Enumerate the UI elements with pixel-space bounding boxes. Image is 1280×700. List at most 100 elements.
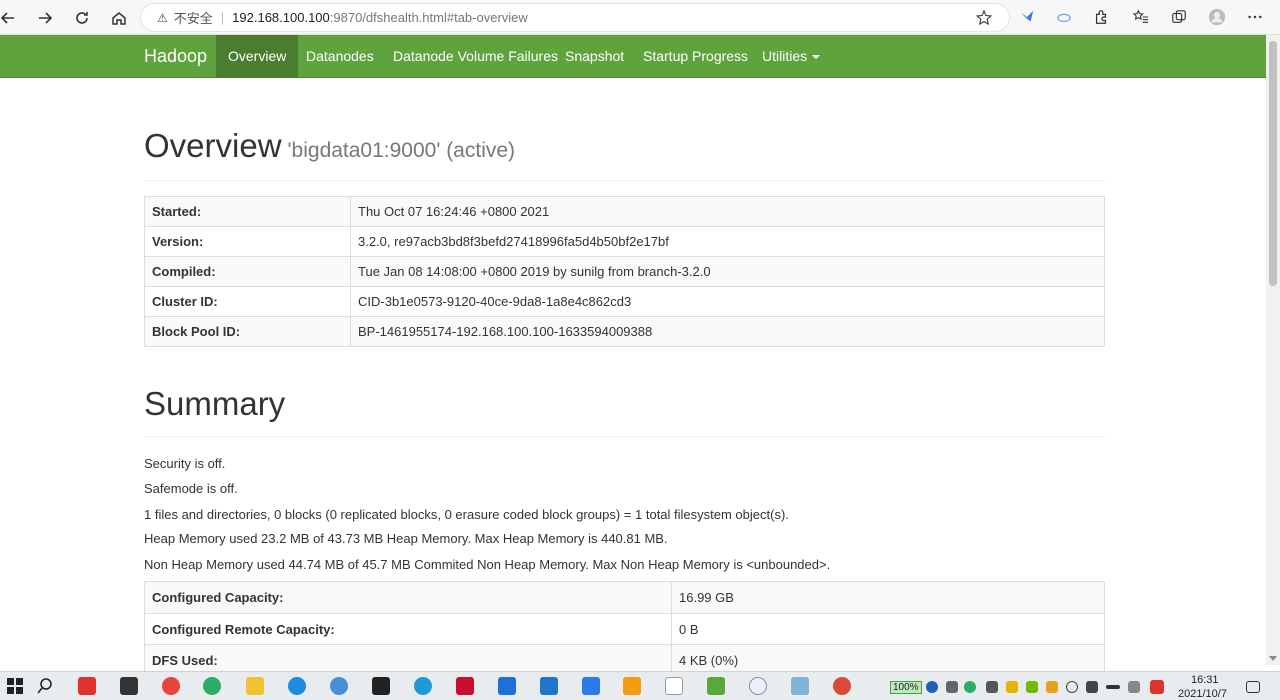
favorites-list-icon[interactable]: [1132, 8, 1150, 26]
table-row: Block Pool ID: BP-1461955174-192.168.100…: [144, 316, 1105, 347]
page-scrollbar[interactable]: [1266, 35, 1280, 665]
row-value: 0 B: [671, 613, 1105, 645]
notification-icon[interactable]: [1246, 681, 1260, 693]
row-value: CID-3b1e0573-9120-40ce-9da8-1a8e4c862cd3: [350, 286, 1105, 317]
extension-cloud-icon[interactable]: [1055, 8, 1073, 26]
mail-icon[interactable]: [540, 677, 558, 695]
filesystem-objects: 1 files and directories, 0 blocks (0 rep…: [144, 507, 789, 522]
home-icon[interactable]: [107, 6, 131, 30]
tray-l-icon[interactable]: [926, 681, 938, 693]
feishu-icon[interactable]: [288, 677, 306, 695]
table-row: Compiled: Tue Jan 08 14:08:00 +0800 2019…: [144, 256, 1105, 287]
more-menu-icon[interactable]: [1246, 8, 1264, 26]
wechat-icon[interactable]: [203, 677, 221, 695]
cloud-drive-icon[interactable]: [498, 677, 516, 695]
table-row: Started: Thu Oct 07 16:24:46 +0800 2021: [144, 196, 1105, 227]
table-row: Configured Remote Capacity: 0 B: [144, 613, 1105, 645]
input-method-icon[interactable]: [1150, 680, 1164, 694]
vm-app-icon[interactable]: [623, 677, 641, 695]
summary-title: Summary: [144, 385, 286, 422]
row-key: Compiled:: [144, 256, 351, 287]
terminal-icon[interactable]: [372, 677, 390, 695]
row-value: Tue Jan 08 14:08:00 +0800 2019 by sunilg…: [350, 256, 1105, 287]
table-row: Cluster ID: CID-3b1e0573-9120-40ce-9da8-…: [144, 286, 1105, 317]
namenode-subtitle: 'bigdata01:9000' (active): [287, 139, 516, 162]
remote-desktop-icon[interactable]: [749, 677, 767, 695]
favorite-star-icon[interactable]: [975, 9, 993, 27]
keyboard-icon[interactable]: [1106, 685, 1120, 689]
dict-app-icon[interactable]: [78, 677, 96, 695]
scrollbar-thumb[interactable]: [1269, 41, 1277, 286]
capacity-table: Configured Capacity: 16.99 GB Configured…: [144, 581, 1105, 676]
search-icon[interactable]: [36, 677, 54, 695]
battery-indicator[interactable]: 100%: [890, 681, 922, 694]
store-app-icon[interactable]: [120, 677, 138, 695]
row-key: Started:: [144, 196, 351, 227]
tab-utilities[interactable]: Utilities: [750, 35, 832, 78]
address-bar[interactable]: ⚠ 不安全 | 192.168.100.100:9870/dfshealth.h…: [140, 3, 1010, 32]
volume-icon[interactable]: [1086, 681, 1098, 693]
greenapp-icon[interactable]: [707, 677, 725, 695]
tray-feather-icon[interactable]: [1046, 681, 1058, 693]
editor-app-icon[interactable]: [791, 677, 809, 695]
tray-search-icon[interactable]: [1066, 681, 1078, 693]
row-value: 16.99 GB: [671, 581, 1105, 614]
pdf-reader-icon[interactable]: [456, 677, 474, 695]
heap-memory: Heap Memory used 23.2 MB of 43.73 MB Hea…: [144, 531, 668, 546]
row-key: Cluster ID:: [144, 286, 351, 317]
tray-wechat-icon[interactable]: [964, 681, 976, 693]
row-key: Version:: [144, 226, 351, 257]
page-title: Overview'bigdata01:9000' (active): [144, 128, 1105, 169]
non-heap-memory: Non Heap Memory used 44.74 MB of 45.7 MB…: [144, 557, 831, 572]
row-key: Configured Remote Capacity:: [144, 613, 672, 645]
windows-taskbar: 100% 16:31 2021/10/7: [0, 671, 1280, 700]
tab-datanode-volume-failures[interactable]: Datanode Volume Failures: [381, 35, 570, 78]
tab-snapshot[interactable]: Snapshot: [553, 35, 636, 78]
tab-overview[interactable]: Overview: [216, 35, 299, 78]
windows-start-icon[interactable]: [6, 677, 24, 695]
reload-icon[interactable]: [70, 6, 94, 30]
profile-avatar-icon[interactable]: [1208, 8, 1226, 26]
overview-title: Overview: [144, 127, 282, 164]
tab-datanodes[interactable]: Datanodes: [294, 35, 386, 78]
clock-date[interactable]: 2021/10/7: [1178, 688, 1227, 700]
row-value: 3.2.0, re97acb3bd8f3befd27418996fa5d4b50…: [350, 226, 1105, 257]
clock-time[interactable]: 16:31: [1191, 674, 1219, 686]
security-status: Security is off.: [144, 456, 226, 471]
scroll-down-arrow-icon[interactable]: [1269, 656, 1277, 661]
screenshot-app-icon[interactable]: [833, 677, 851, 695]
row-value: BP-1461955174-192.168.100.100-1633594009…: [350, 316, 1105, 347]
url-path: :9870/dfshealth.html#tab-overview: [329, 10, 528, 25]
overview-header: Overview'bigdata01:9000' (active): [144, 128, 1105, 181]
edge-browser-icon[interactable]: [414, 677, 432, 695]
utilities-label: Utilities: [762, 48, 808, 64]
address-separator: |: [220, 10, 225, 25]
tray-app-icon[interactable]: [986, 681, 998, 693]
extensions-puzzle-icon[interactable]: [1092, 8, 1110, 26]
safemode-status: Safemode is off.: [144, 481, 238, 496]
insecure-label: 不安全: [173, 11, 213, 26]
row-key: Configured Capacity:: [144, 581, 672, 614]
network-app-icon[interactable]: [330, 677, 348, 695]
tab-startup-progress[interactable]: Startup Progress: [631, 35, 760, 78]
tray-plug-icon[interactable]: [1128, 681, 1140, 693]
collections-icon[interactable]: [1170, 8, 1188, 26]
chrome-icon[interactable]: [162, 677, 180, 695]
tray-drive-icon[interactable]: [1006, 681, 1018, 693]
lark-icon[interactable]: [582, 677, 600, 695]
caret-down-icon: [812, 55, 821, 60]
extension-bird-icon[interactable]: [1018, 8, 1036, 26]
browser-toolbar: ⚠ 不安全 | 192.168.100.100:9870/dfshealth.h…: [0, 0, 1280, 35]
forward-icon[interactable]: [33, 6, 57, 30]
file-explorer-icon[interactable]: [246, 677, 264, 695]
overview-table: Started: Thu Oct 07 16:24:46 +0800 2021 …: [144, 196, 1105, 347]
table-row: Configured Capacity: 16.99 GB: [144, 581, 1105, 614]
nvidia-icon[interactable]: [1026, 681, 1038, 693]
url-host: 192.168.100.100: [232, 10, 330, 25]
hadoop-navbar: Hadoop Overview Datanodes Datanode Volum…: [0, 35, 1266, 78]
wifi-icon[interactable]: [946, 681, 958, 693]
warning-icon: ⚠: [157, 10, 168, 25]
brand-logo[interactable]: Hadoop: [144, 35, 207, 78]
typora-icon[interactable]: [665, 677, 683, 695]
back-icon[interactable]: [0, 6, 20, 30]
